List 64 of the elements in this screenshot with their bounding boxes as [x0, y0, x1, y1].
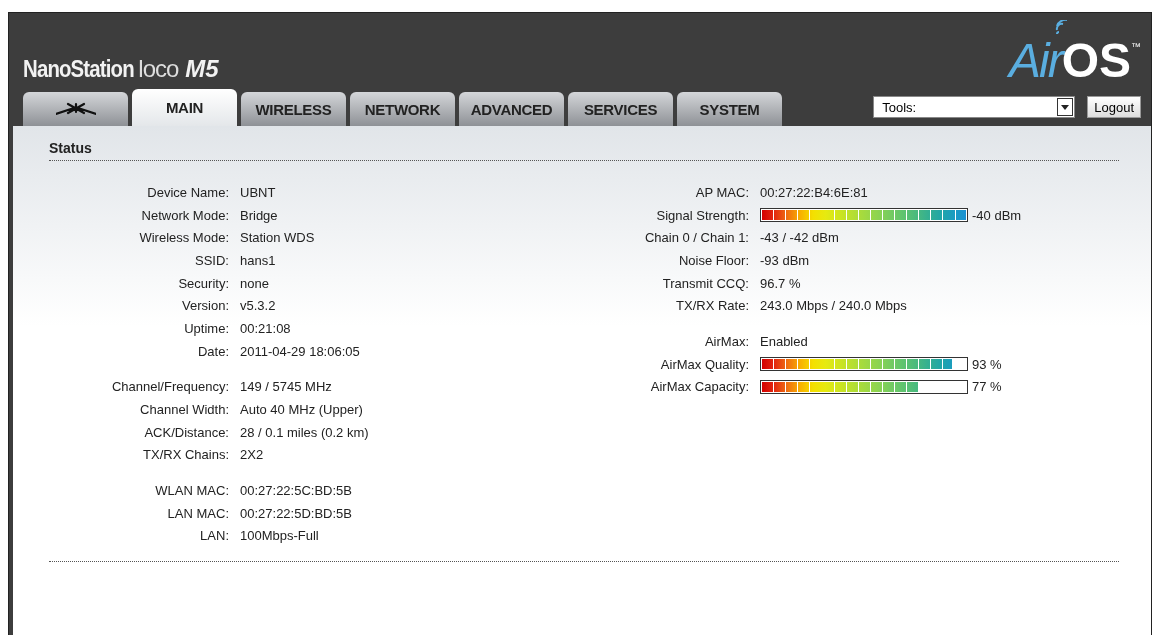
status-label: Date:	[196, 343, 229, 359]
status-label: Transmit CCQ:	[661, 275, 749, 291]
status-value: 00:21:08	[240, 320, 292, 336]
status-label: TX/RX Chains:	[142, 447, 229, 463]
status-value: 28 / 0.1 miles (0.2 km)	[240, 424, 370, 440]
status-label: AirMax Quality:	[659, 356, 749, 372]
status-label: Channel/Frequency:	[110, 379, 229, 395]
status-value: -40 dBm	[972, 207, 1022, 223]
status-label: Uptime:	[183, 320, 229, 336]
status-value: 243.0 Mbps / 240.0 Mbps	[760, 298, 908, 314]
status-label: TX/RX Rate:	[675, 298, 749, 314]
status-value: 00:27:22:B4:6E:81	[760, 184, 869, 200]
status-label: Network Mode:	[140, 207, 229, 223]
status-label: LAN MAC:	[166, 505, 229, 521]
logo-tab[interactable]	[23, 92, 128, 126]
product-variant: loco	[138, 55, 179, 83]
status-label: Channel Width:	[139, 402, 229, 418]
trademark: ™	[1131, 41, 1141, 52]
status-label: AirMax Capacity:	[649, 379, 749, 395]
status-value: UBNT	[240, 184, 277, 200]
status-label: Chain 0 / Chain 1:	[643, 230, 749, 246]
status-value: -93 dBm	[760, 252, 811, 268]
status-value: 149 / 5745 MHz	[240, 379, 333, 395]
status-value: 2011-04-29 18:06:05	[240, 343, 361, 359]
status-value: Bridge	[240, 207, 279, 223]
status-label: ACK/Distance:	[143, 424, 229, 440]
nav-tab[interactable]: WIRELESS	[241, 92, 346, 126]
status-label: Security:	[177, 275, 229, 291]
status-label: SSID:	[194, 252, 229, 268]
status-value: 2X2	[240, 447, 265, 463]
status-label: LAN:	[199, 528, 229, 544]
status-label: Version:	[181, 298, 229, 314]
logout-button[interactable]: Logout	[1087, 96, 1141, 118]
status-value: 77 %	[972, 379, 1002, 395]
status-label: Noise Floor:	[677, 252, 749, 268]
product-model: M5	[185, 55, 219, 83]
status-label: Device Name:	[146, 184, 229, 200]
nav-tab[interactable]: SERVICES	[568, 92, 673, 126]
status-value: -43 / -42 dBm	[760, 230, 840, 246]
status-value: 00:27:22:5D:BD:5B	[240, 505, 354, 521]
status-label: Wireless Mode:	[138, 230, 229, 246]
status-value: Enabled	[760, 333, 809, 349]
status-value: 96.7 %	[760, 275, 802, 291]
status-label: AP MAC:	[694, 184, 749, 200]
status-label: Signal Strength:	[655, 207, 749, 223]
dropdown-caret-icon	[1057, 98, 1074, 116]
antenna-logo-icon	[55, 102, 96, 116]
status-label: WLAN MAC:	[154, 483, 229, 499]
status-value: hans1	[240, 252, 277, 268]
section-title: Status	[49, 140, 1119, 161]
status-value: Station WDS	[240, 230, 316, 246]
status-label: AirMax:	[703, 333, 749, 349]
nav-tab[interactable]: MAIN	[132, 89, 237, 126]
nav-tab[interactable]: SYSTEM	[677, 92, 782, 126]
status-value: 00:27:22:5C:BD:5B	[240, 483, 354, 499]
nav-tab[interactable]: NETWORK	[350, 92, 455, 126]
status-value: 93 %	[972, 356, 1002, 372]
product-name: NanoStation	[23, 55, 134, 83]
nav-tab[interactable]: ADVANCED	[459, 92, 564, 126]
tools-dropdown[interactable]: Tools:	[873, 96, 1076, 118]
status-value: none	[240, 275, 270, 291]
status-value: 100Mbps-Full	[240, 528, 320, 544]
status-value: v5.3.2	[240, 298, 277, 314]
status-value: Auto 40 MHz (Upper)	[240, 402, 364, 418]
